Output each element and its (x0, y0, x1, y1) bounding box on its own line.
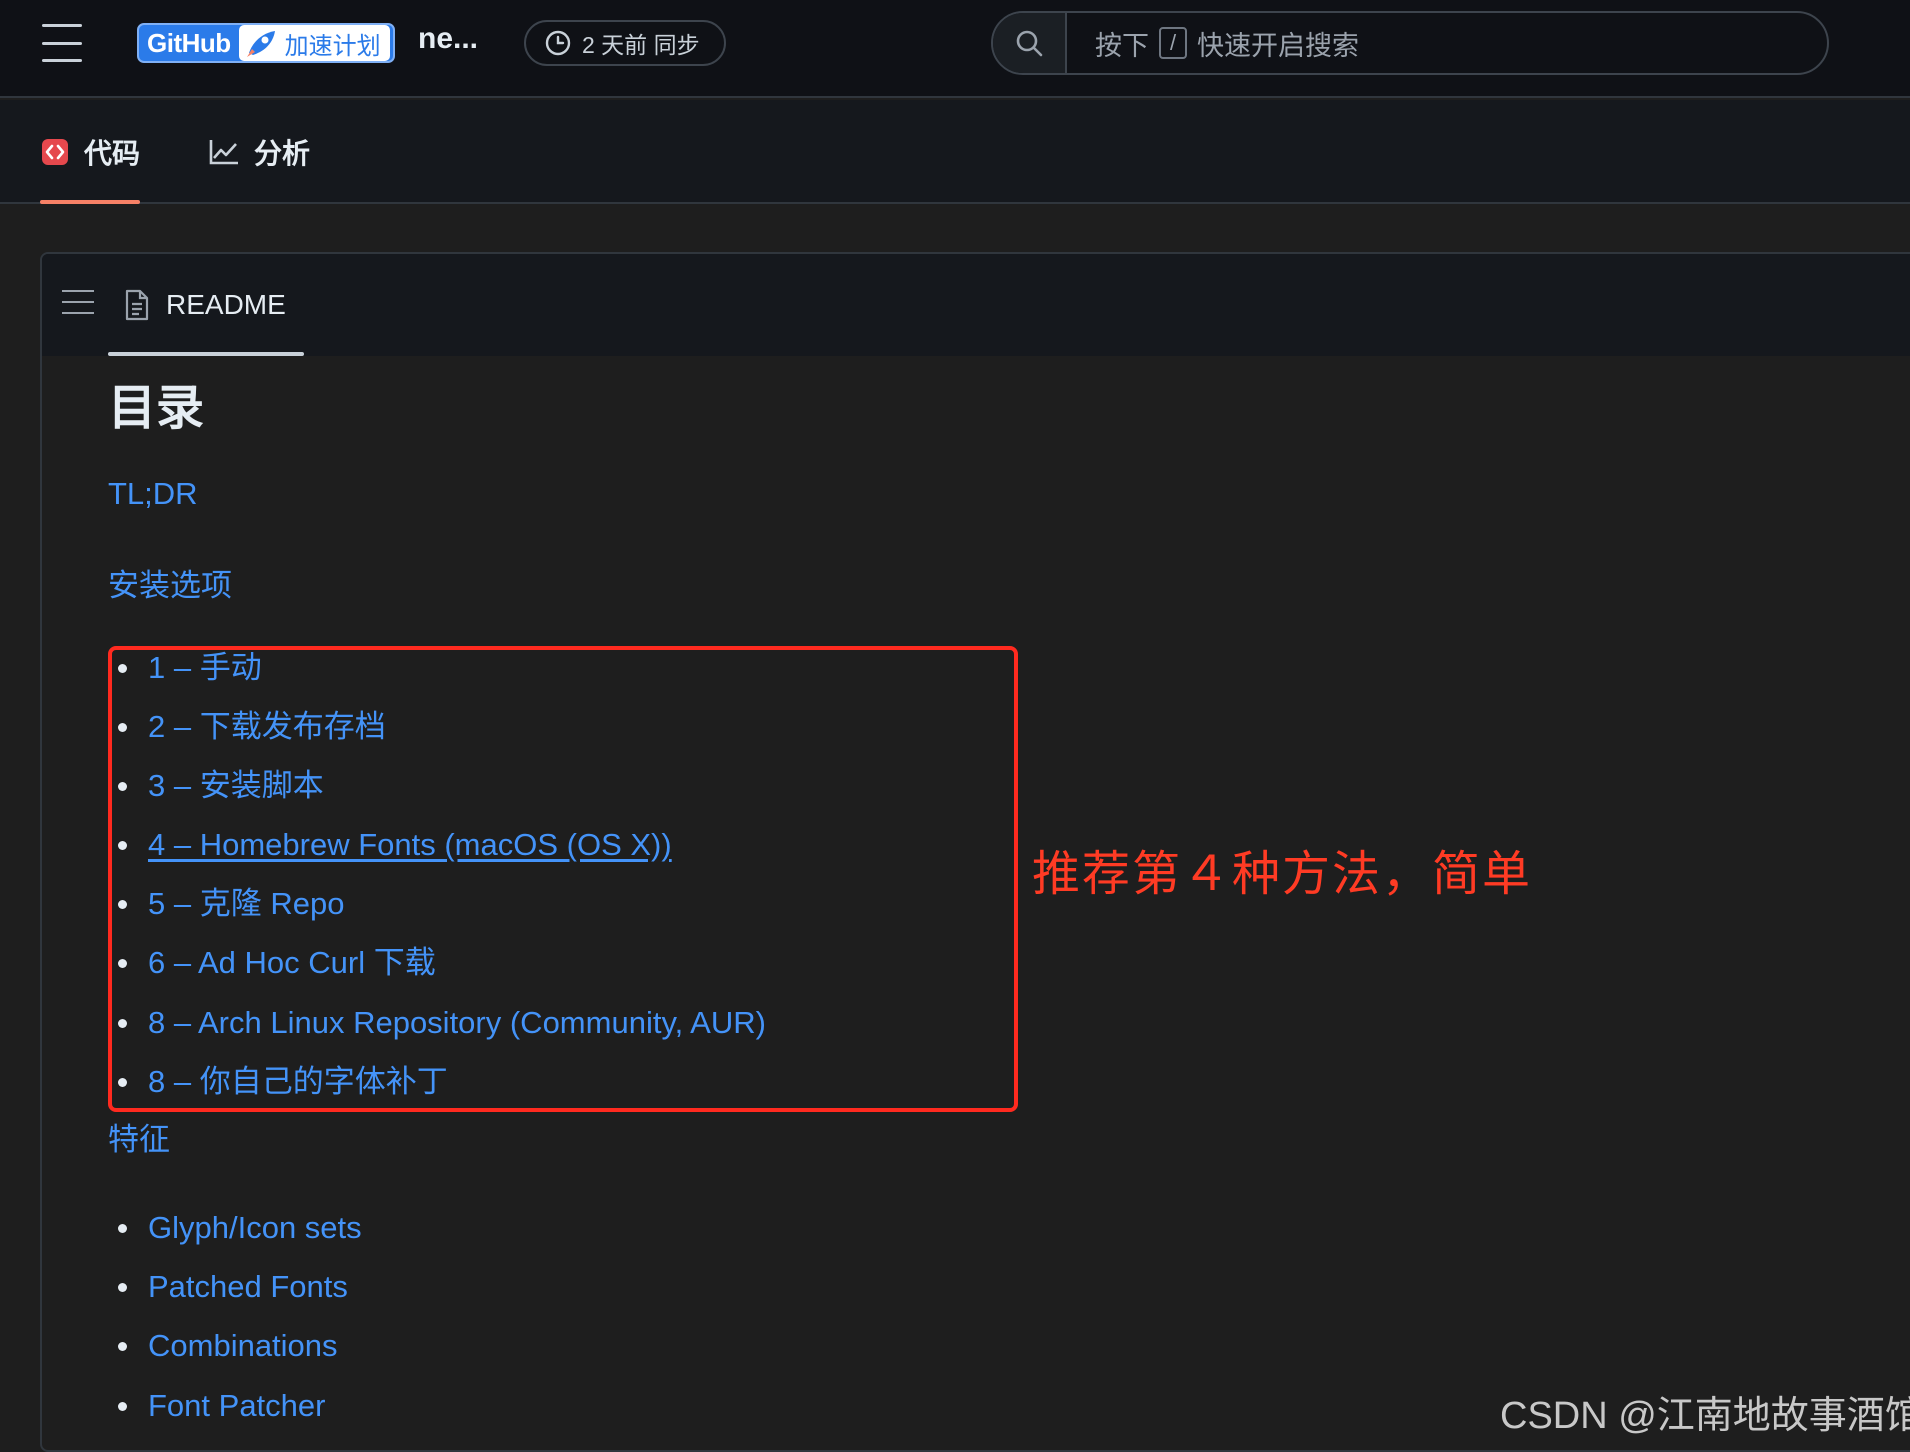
readme-header: README (42, 254, 1910, 356)
outline-menu-icon[interactable] (62, 290, 94, 314)
list-item: Combinations (118, 1326, 338, 1366)
tab-analysis-label: 分析 (254, 138, 311, 169)
readme-content: 目录 TL;DR 安装选项 1 – 手动 2 – 下载发布存档 3 – 安装脚本… (108, 378, 1808, 1423)
clock-icon (545, 30, 571, 56)
annotation-highlight-box (108, 646, 1018, 1112)
link-install-options[interactable]: 安装选项 (108, 560, 232, 605)
search-hint-suffix: 快速开启搜索 (1197, 30, 1359, 61)
sync-status-button[interactable]: 2 天前 同步 (524, 20, 726, 66)
tab-code[interactable]: 代码 (40, 100, 141, 204)
file-icon (124, 289, 150, 321)
repo-tabs: 代码 分析 (0, 100, 1910, 204)
link-features[interactable]: 特征 (108, 1114, 170, 1159)
github-accelerate-logo[interactable]: GitHub 加速计划 (137, 23, 395, 63)
repo-name[interactable]: ne... (418, 22, 478, 56)
feature-link[interactable]: Combinations (148, 1328, 338, 1363)
feature-link[interactable]: Patched Fonts (148, 1269, 348, 1304)
watermark: CSDN @江南地故事酒馆 (1500, 1395, 1910, 1437)
search-input[interactable]: 按下 / 快速开启搜索 (991, 11, 1829, 75)
annotation-text: 推荐第４种方法，简单 (1032, 848, 1533, 901)
graph-icon (208, 138, 240, 166)
search-shortcut-key: / (1159, 27, 1187, 59)
list-item: Glyph/Icon sets (118, 1208, 362, 1248)
search-placeholder: 按下 / 快速开启搜索 (1067, 24, 1359, 63)
tab-readme[interactable]: README (108, 254, 304, 356)
code-icon (40, 137, 70, 167)
tab-readme-label: README (166, 289, 286, 320)
search-hint-prefix: 按下 (1095, 30, 1149, 61)
tab-analysis[interactable]: 分析 (208, 100, 310, 204)
feature-link[interactable]: Font Patcher (148, 1388, 325, 1423)
rocket-icon (246, 31, 275, 57)
toc-title: 目录 (108, 380, 205, 436)
search-icon[interactable] (993, 13, 1067, 73)
list-item: Patched Fonts (118, 1267, 348, 1307)
tab-code-label: 代码 (84, 138, 141, 169)
logo-tag: 加速计划 (284, 32, 381, 60)
menu-icon[interactable] (42, 24, 82, 62)
link-tldr[interactable]: TL;DR (108, 476, 198, 512)
feature-link[interactable]: Glyph/Icon sets (148, 1210, 362, 1245)
top-bar: GitHub 加速计划 ne... 2 天前 同步 按下 / 快速开启搜索 (0, 0, 1910, 98)
list-item: Font Patcher (117, 1386, 325, 1426)
sync-status-text: 2 天前 同步 (582, 32, 700, 58)
logo-brand: GitHub (147, 27, 231, 58)
